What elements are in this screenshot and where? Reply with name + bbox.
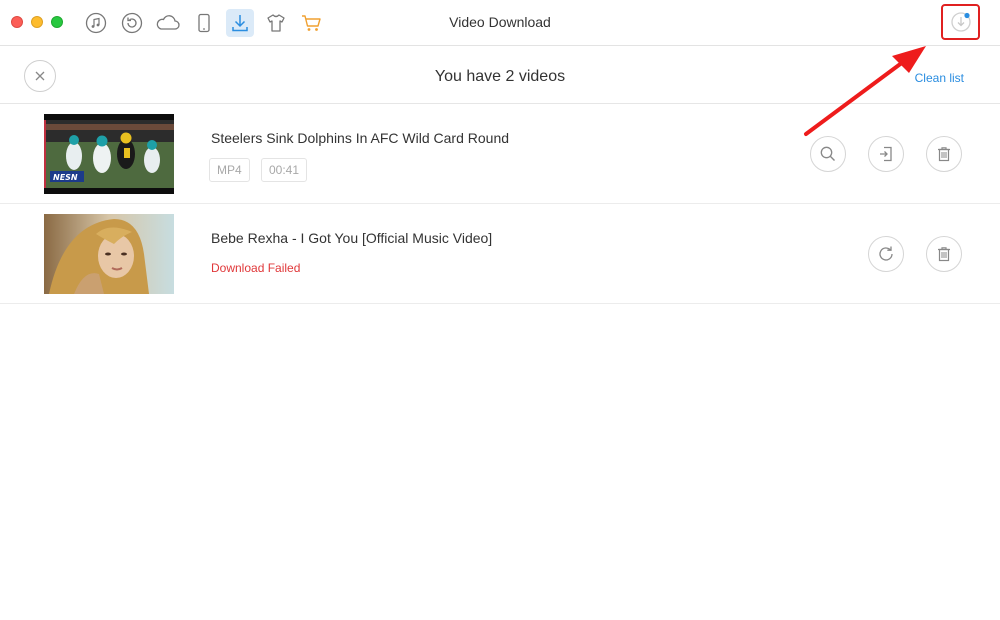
transfer-to-device-button[interactable] [868, 136, 904, 172]
list-header: You have 2 videos Clean list [0, 46, 1000, 104]
window-minimize-button[interactable] [31, 16, 43, 28]
close-download-list-button[interactable] [24, 60, 56, 92]
video-title: Steelers Sink Dolphins In AFC Wild Card … [211, 130, 510, 146]
retry-download-button[interactable] [868, 236, 904, 272]
icloud-icon[interactable] [154, 9, 182, 37]
video-row: Bebe Rexha - I Got You [Official Music V… [0, 204, 1000, 304]
trash-icon [938, 247, 950, 262]
retry-icon [879, 246, 893, 261]
clean-list-link[interactable]: Clean list [915, 71, 964, 85]
device-icon[interactable] [190, 9, 218, 37]
window-title: Video Download [449, 14, 551, 30]
ringtone-shirt-icon[interactable] [262, 9, 290, 37]
import-to-device-icon [880, 146, 892, 162]
video-count-label: You have 2 videos [434, 68, 566, 85]
download-status-button[interactable] [941, 4, 980, 40]
search-icon [820, 146, 835, 161]
video-thumbnail [44, 214, 174, 294]
window-close-button[interactable] [11, 16, 23, 28]
download-progress-icon [950, 12, 971, 32]
title-bar: Video Download [0, 0, 1000, 46]
duration-badge: 00:41 [261, 158, 308, 182]
video-row: NESN Steelers Sink Dolphins In AFC Wild … [0, 104, 1000, 204]
trash-icon [938, 147, 950, 162]
delete-video-button[interactable] [926, 136, 962, 172]
backup-restore-icon[interactable] [118, 9, 146, 37]
video-download-icon[interactable] [226, 9, 254, 37]
download-failed-status: Download Failed [211, 261, 301, 275]
format-badge: MP4 [209, 158, 250, 182]
itunes-library-icon[interactable] [82, 9, 110, 37]
video-title: Bebe Rexha - I Got You [Official Music V… [211, 230, 493, 246]
video-thumbnail: NESN [44, 114, 174, 194]
delete-video-button[interactable] [926, 236, 962, 272]
svg-text:NESN: NESN [53, 173, 78, 182]
store-cart-icon[interactable] [298, 9, 326, 37]
window-zoom-button[interactable] [51, 16, 63, 28]
close-icon [35, 71, 45, 81]
locate-video-button[interactable] [810, 136, 846, 172]
